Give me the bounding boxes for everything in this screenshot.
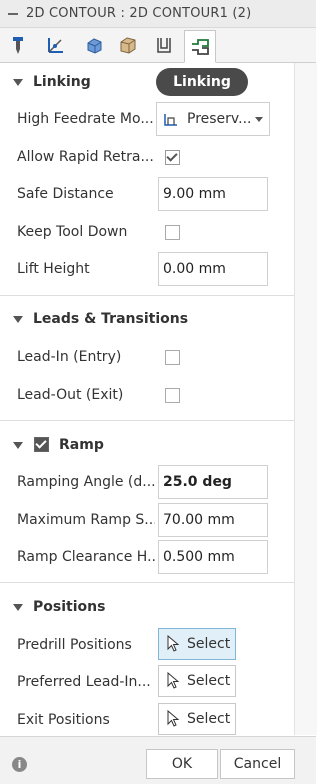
- keep-tool-down-checkbox[interactable]: [165, 225, 180, 240]
- divider: [0, 582, 294, 583]
- tab-tooltip: Linking: [156, 68, 248, 96]
- section-ramp-title: Ramp: [59, 437, 104, 453]
- ramp-enable-checkbox[interactable]: [34, 437, 49, 452]
- dialog-footer: i OK Cancel: [0, 736, 316, 784]
- exit-positions-row: Exit Positions Select: [0, 703, 294, 739]
- high-feedrate-dropdown[interactable]: Preserv...: [156, 102, 270, 136]
- preferred-lead-in-label: Preferred Lead-In...: [17, 674, 151, 690]
- lead-out-row: Lead-Out (Exit): [0, 378, 294, 414]
- tab-stock[interactable]: [113, 30, 143, 60]
- cursor-arrow-icon: [167, 635, 180, 652]
- dialog-title-bar: 2D CONTOUR : 2D CONTOUR1 (2): [0, 0, 316, 28]
- passes-icon: [157, 38, 171, 53]
- scroll-area-edge: [294, 63, 317, 735]
- cancel-button[interactable]: Cancel: [220, 749, 295, 779]
- tab-tool[interactable]: [3, 30, 33, 60]
- chevron-down-icon: [13, 315, 23, 323]
- lead-out-checkbox[interactable]: [165, 388, 180, 403]
- lead-in-label: Lead-In (Entry): [17, 349, 122, 365]
- tab-geometry[interactable]: [41, 30, 71, 60]
- max-ramp-step-input[interactable]: 70.00 mm: [158, 503, 268, 537]
- predrill-select-label: Select: [187, 636, 231, 652]
- cursor-arrow-icon: [167, 672, 180, 689]
- heights-icon: [87, 38, 102, 54]
- chevron-down-icon: [13, 603, 23, 611]
- keep-tool-down-label: Keep Tool Down: [17, 224, 128, 240]
- preferred-lead-in-select-label: Select: [187, 673, 231, 689]
- ramping-angle-input[interactable]: 25.0 deg: [158, 465, 268, 499]
- allow-rapid-row: Allow Rapid Retra...: [0, 140, 294, 176]
- exit-positions-select-label: Select: [187, 711, 231, 727]
- tab-linking[interactable]: [184, 30, 216, 63]
- max-ramp-step-label: Maximum Ramp S...: [17, 512, 155, 528]
- section-linking-header[interactable]: Linking: [0, 69, 294, 95]
- predrill-label: Predrill Positions: [17, 637, 132, 653]
- ramp-clearance-input[interactable]: 0.500 mm: [158, 540, 268, 574]
- ramp-clearance-row: Ramp Clearance H... 0.500 mm: [0, 540, 294, 576]
- lift-height-input[interactable]: 0.00 mm: [158, 252, 268, 286]
- max-ramp-step-row: Maximum Ramp S... 70.00 mm: [0, 503, 294, 539]
- ramping-angle-row: Ramping Angle (d... 25.0 deg: [0, 465, 294, 501]
- dialog-title: 2D CONTOUR : 2D CONTOUR1 (2): [26, 6, 252, 21]
- safe-distance-label: Safe Distance: [17, 186, 114, 202]
- stock-box-icon: [120, 37, 136, 54]
- parameters-panel: Linking High Feedrate Mo... Preserv... A…: [0, 63, 294, 735]
- tab-bar: [0, 28, 316, 63]
- exit-positions-label: Exit Positions: [17, 712, 110, 728]
- high-feedrate-row: High Feedrate Mo... Preserv...: [0, 102, 294, 138]
- allow-rapid-checkbox[interactable]: [165, 150, 180, 165]
- high-feedrate-label: High Feedrate Mo...: [17, 111, 154, 127]
- lift-height-row: Lift Height 0.00 mm: [0, 252, 294, 288]
- predrill-select-button[interactable]: Select: [158, 628, 236, 660]
- exit-positions-select-button[interactable]: Select: [158, 703, 236, 735]
- section-leads-title: Leads & Transitions: [33, 311, 189, 327]
- chevron-down-icon: [255, 117, 263, 122]
- ramp-clearance-label: Ramp Clearance H...: [17, 549, 155, 565]
- safe-distance-input[interactable]: 9.00 mm: [158, 177, 268, 211]
- lead-in-row: Lead-In (Entry): [0, 340, 294, 376]
- tab-heights[interactable]: [79, 30, 109, 60]
- section-positions-header[interactable]: Positions: [0, 594, 294, 620]
- cursor-arrow-icon: [167, 710, 180, 727]
- lift-height-label: Lift Height: [17, 261, 90, 277]
- safe-distance-row: Safe Distance 9.00 mm: [0, 177, 294, 213]
- lead-in-checkbox[interactable]: [165, 350, 180, 365]
- preferred-lead-in-row: Preferred Lead-In... Select: [0, 665, 294, 701]
- section-ramp-header[interactable]: Ramp: [0, 432, 294, 458]
- minus-icon: [8, 12, 18, 15]
- collapse-button[interactable]: [0, 0, 26, 27]
- geometry-axes-icon: [48, 38, 63, 53]
- tool-icon: [13, 37, 23, 54]
- allow-rapid-label: Allow Rapid Retra...: [17, 149, 154, 165]
- tab-passes[interactable]: [149, 30, 179, 60]
- section-linking-title: Linking: [33, 74, 91, 90]
- linking-icon: [192, 38, 209, 55]
- divider: [0, 295, 294, 296]
- chevron-down-icon: [13, 441, 23, 449]
- divider: [0, 420, 294, 421]
- ramping-angle-label: Ramping Angle (d...: [17, 474, 155, 490]
- chevron-down-icon: [13, 78, 23, 86]
- preferred-lead-in-select-button[interactable]: Select: [158, 665, 236, 697]
- section-positions-title: Positions: [33, 599, 106, 615]
- predrill-row: Predrill Positions Select: [0, 628, 294, 664]
- ok-button[interactable]: OK: [146, 749, 218, 779]
- section-leads-header[interactable]: Leads & Transitions: [0, 306, 294, 332]
- lead-out-label: Lead-Out (Exit): [17, 387, 124, 403]
- preserve-rapid-icon: [164, 114, 177, 126]
- keep-tool-down-row: Keep Tool Down: [0, 215, 294, 251]
- high-feedrate-value: Preserv...: [187, 111, 252, 127]
- info-icon[interactable]: i: [12, 757, 27, 772]
